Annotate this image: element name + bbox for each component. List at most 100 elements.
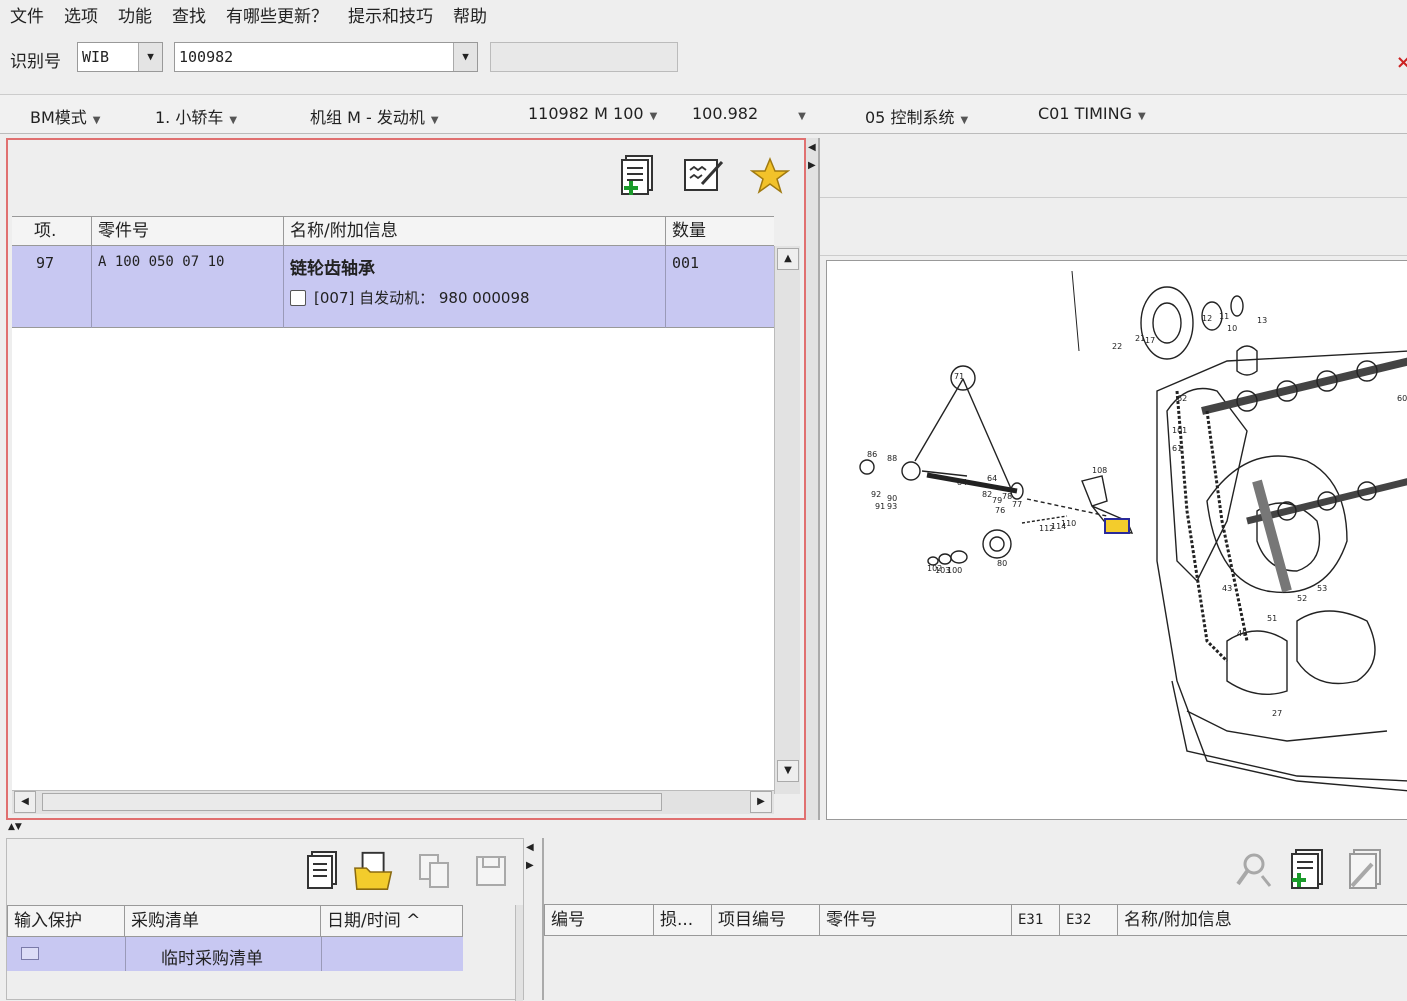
column-header-item[interactable]: 项. (12, 217, 92, 245)
chevron-down-icon[interactable]: ▼ (138, 43, 162, 71)
collapse-up-icon[interactable]: ▲▼ (8, 822, 22, 832)
collapse-left-icon[interactable]: ◀ (526, 842, 534, 853)
diagram-callout-label[interactable]: 12 (1202, 314, 1212, 323)
expand-right-icon[interactable]: ▶ (808, 160, 816, 171)
scroll-right-icon[interactable]: ▶ (750, 791, 772, 813)
diagram-callout-label[interactable]: 61 (1172, 444, 1182, 453)
horizontal-scrollbar[interactable]: ◀ ▶ (12, 790, 774, 814)
nav-group[interactable]: 05 控制系统 ▼ (865, 104, 968, 128)
menu-whats-new[interactable]: 有哪些更新？ (226, 2, 328, 27)
vertical-scrollbar[interactable]: ▲ ▼ (774, 246, 800, 794)
menu-functions[interactable]: 功能 (118, 2, 152, 27)
edit-list-icon[interactable] (1344, 848, 1388, 892)
save-icon[interactable] (469, 849, 513, 893)
id-extra-field[interactable] (490, 42, 678, 72)
diagram-callout-label[interactable]: 82 (982, 490, 992, 499)
vertical-splitter[interactable]: ◀ ▶ (806, 138, 818, 820)
collapse-left-icon[interactable]: ◀ (808, 142, 816, 153)
exploded-parts-diagram[interactable]: 10 11 12 13 17 21 22 27 40 43 51 52 53 60 61 62 64 71 76 77… (826, 260, 1407, 820)
horizontal-splitter[interactable]: ▲▼ (0, 822, 1407, 836)
diagram-callout-label[interactable]: 91 (875, 502, 885, 511)
diagram-callout-label[interactable]: 13 (1257, 316, 1267, 325)
diagram-callout-label[interactable]: 11 (1219, 312, 1229, 321)
scroll-down-icon[interactable]: ▼ (777, 760, 799, 782)
diagram-callout-label[interactable]: 21 (1135, 334, 1145, 343)
nav-engine-code[interactable]: 110982 M 100 ▼ (528, 104, 657, 123)
diagram-callout-label[interactable]: 80 (997, 559, 1007, 568)
copy-icon[interactable] (413, 849, 457, 893)
menu-help[interactable]: 帮助 (453, 2, 487, 27)
diagram-callout-label[interactable]: 93 (887, 502, 897, 511)
column-header-item-number[interactable]: 项目编号 (712, 904, 820, 936)
column-header-number[interactable]: 编号 (544, 904, 654, 936)
add-to-list-icon[interactable] (1286, 848, 1330, 892)
nav-subgroup[interactable]: C01 TIMING ▼ (1038, 104, 1146, 123)
column-header-e31[interactable]: E31 (1012, 904, 1060, 936)
edit-note-icon[interactable] (682, 154, 726, 198)
diagram-callout-label[interactable]: 62 (1177, 394, 1187, 403)
diagram-callout-label[interactable]: 88 (887, 454, 897, 463)
diagram-callout-label[interactable]: 51 (1267, 614, 1277, 623)
menu-tips[interactable]: 提示和技巧 (348, 2, 433, 27)
scroll-thumb[interactable] (42, 793, 662, 811)
part-extra-info: [007] 自发动机： 980 000098 (290, 287, 659, 308)
chevron-down-icon[interactable]: ▼ (453, 43, 477, 71)
diagram-callout-label[interactable]: 84 (957, 478, 967, 487)
diagram-callout-label[interactable]: 22 (1112, 342, 1122, 351)
lock-icon[interactable] (21, 947, 39, 960)
list-document-icon[interactable] (301, 849, 345, 893)
diagram-callout-label[interactable]: 78 (1002, 492, 1012, 501)
column-header-name[interactable]: 名称/附加信息 (1118, 904, 1407, 936)
diagram-callout-label[interactable]: 101 (1172, 426, 1187, 435)
scroll-left-icon[interactable]: ◀ (14, 791, 36, 813)
diagram-callout-label[interactable]: 86 (867, 450, 877, 459)
diagram-callout-label[interactable]: 108 (1092, 466, 1107, 475)
search-parts-icon[interactable] (1232, 848, 1276, 892)
diagram-callout-label[interactable]: 43 (1222, 584, 1232, 593)
diagram-callout-label[interactable]: 27 (1272, 709, 1282, 718)
scroll-up-icon[interactable]: ▲ (777, 248, 799, 270)
column-header-protect[interactable]: 输入保护 (7, 905, 125, 937)
column-header-part-number[interactable]: 零件号 (92, 217, 284, 245)
diagram-callout-label[interactable]: 71 (954, 372, 964, 381)
favorite-star-icon[interactable] (748, 154, 792, 198)
diagram-callout-label[interactable]: 77 (1012, 500, 1022, 509)
vertical-scrollbar[interactable] (515, 905, 523, 1001)
diagram-callout-label[interactable]: 76 (995, 506, 1005, 515)
diagram-callout-label[interactable]: 40 (1237, 629, 1247, 638)
menu-search[interactable]: 查找 (172, 2, 206, 27)
diagram-callout-label[interactable]: 64 (987, 474, 997, 483)
diagram-callout-label[interactable]: 17 (1145, 336, 1155, 345)
diagram-callout-label[interactable]: 114 (1051, 522, 1066, 531)
column-header-e32[interactable]: E32 (1060, 904, 1118, 936)
close-icon[interactable]: × (1396, 52, 1407, 73)
column-header-purchase-list[interactable]: 采购清单 (125, 905, 321, 937)
nav-assembly[interactable]: 机组 M - 发动机 ▼ (310, 104, 439, 128)
table-row[interactable]: 临时采购清单 (7, 937, 463, 971)
open-folder-icon[interactable] (353, 849, 397, 893)
diagram-callout-label[interactable]: 79 (992, 496, 1002, 505)
table-row[interactable]: 97 A 100 050 07 10 链轮齿轴承 [007] 自发动机： 980… (12, 246, 774, 328)
nav-model[interactable]: 100.982 ▼ (692, 104, 806, 123)
diagram-callout-label[interactable]: 103 (935, 566, 950, 575)
diagram-callout-label[interactable]: 60 (1397, 394, 1407, 403)
column-header-part-number[interactable]: 零件号 (820, 904, 1012, 936)
column-header-quantity[interactable]: 数量 (666, 217, 774, 245)
diagram-callout-label[interactable]: 53 (1317, 584, 1327, 593)
expand-right-icon[interactable]: ▶ (526, 860, 534, 871)
id-number-input[interactable]: 100982 ▼ (174, 42, 478, 72)
diagram-callout-label[interactable]: 92 (871, 490, 881, 499)
column-header-name[interactable]: 名称/附加信息 (284, 217, 666, 245)
diagram-callout-label[interactable]: 10 (1227, 324, 1237, 333)
id-label: 识别号 (10, 52, 61, 72)
diagram-callout-label[interactable]: 52 (1297, 594, 1307, 603)
menu-options[interactable]: 选项 (64, 2, 98, 27)
column-header-date-time[interactable]: 日期/时间 ^ (321, 905, 463, 937)
info-checkbox-icon[interactable] (290, 289, 306, 306)
id-type-select[interactable]: WIB ▼ (77, 42, 163, 72)
column-header-damage[interactable]: 损... (654, 904, 712, 936)
nav-vehicle-class[interactable]: 1. 小轿车 ▼ (155, 104, 237, 128)
nav-mode[interactable]: BM模式 ▼ (30, 104, 101, 128)
add-to-list-icon[interactable] (616, 154, 660, 198)
menu-file[interactable]: 文件 (10, 2, 44, 27)
